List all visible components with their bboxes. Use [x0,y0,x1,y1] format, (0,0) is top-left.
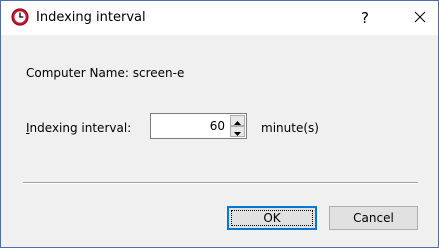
units-label: minute(s) [261,121,319,135]
focus-rectangle [231,210,313,226]
help-label: ? [361,9,369,27]
title-bar: Indexing interval ? [1,1,438,35]
cancel-button[interactable]: Cancel [329,206,418,230]
computer-name-label: Computer Name: screen-e [26,66,185,80]
interval-spinbox[interactable] [150,113,247,139]
indexing-interval-dialog: Indexing interval ? Computer Name: scree… [0,0,439,248]
arrow-down-icon [234,125,241,139]
help-button[interactable]: ? [348,1,382,35]
spin-down-button[interactable] [230,126,245,137]
ok-button[interactable]: OK [227,206,317,230]
separator [23,182,418,184]
interval-label-rest: ndexing interval: [29,121,132,135]
interval-input[interactable] [153,116,229,136]
cancel-label: Cancel [353,211,394,225]
dialog-title: Indexing interval [36,10,146,25]
close-icon [414,11,426,26]
indexing-interval-label: Indexing interval: [26,121,131,135]
close-button[interactable] [403,1,437,35]
clock-icon [11,8,29,26]
